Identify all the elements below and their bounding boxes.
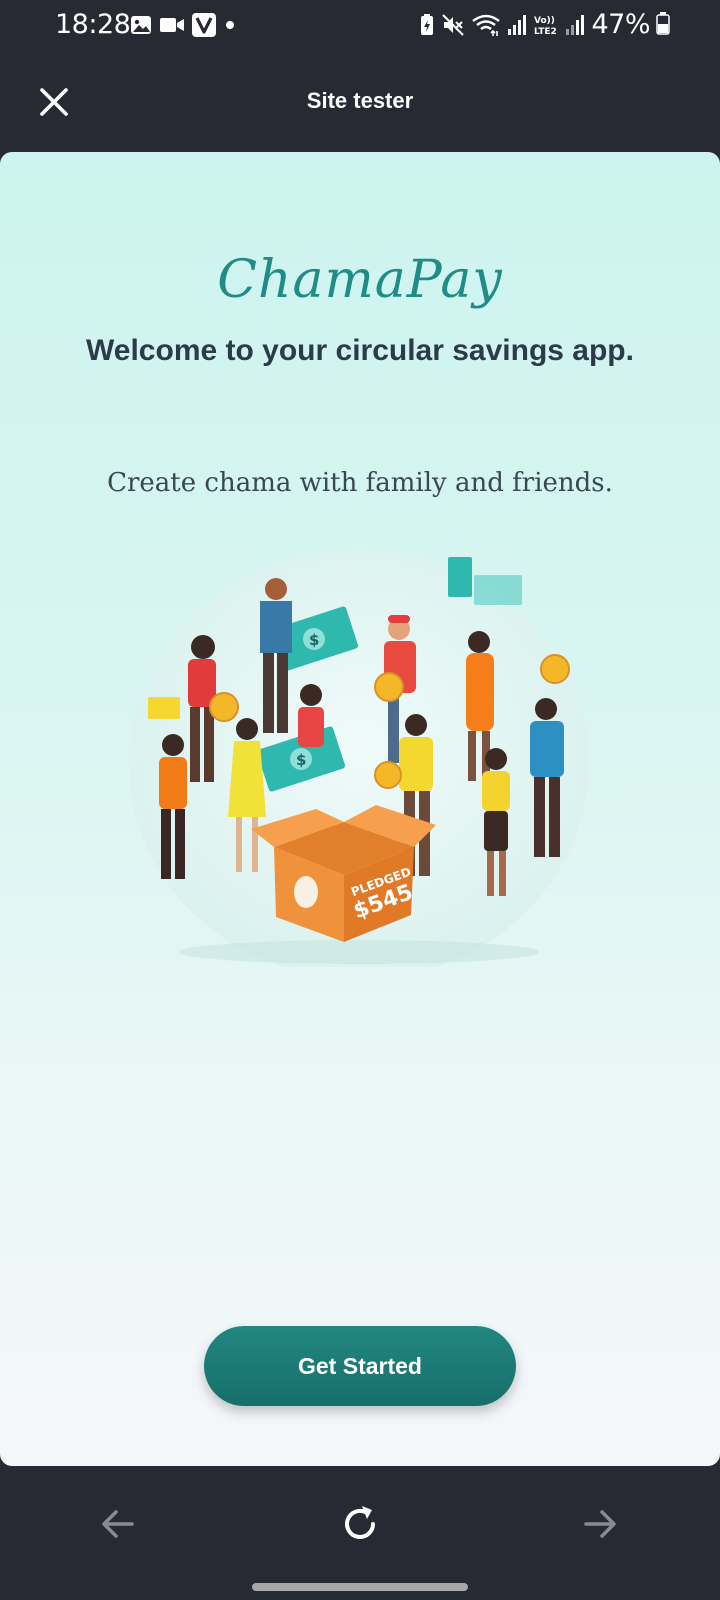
dot-icon	[226, 21, 234, 29]
signal-icon-2	[566, 14, 585, 35]
back-button[interactable]	[96, 1502, 140, 1546]
battery-percent: 47%	[591, 9, 650, 40]
arrow-left-icon	[102, 1510, 134, 1538]
app-bar-title: Site tester	[306, 88, 414, 113]
get-started-button[interactable]: Get Started	[204, 1326, 516, 1406]
brand-logo-text: ChamaPay	[217, 250, 503, 310]
svg-text:Vo)): Vo))	[534, 16, 555, 26]
status-right: Vo)) LTE2 47%	[419, 9, 670, 40]
gesture-handle[interactable]	[252, 1583, 468, 1591]
mute-icon	[442, 13, 465, 36]
reload-button[interactable]	[338, 1502, 382, 1546]
welcome-subline: Create chama with family and friends.	[107, 468, 613, 498]
svg-text:$: $	[296, 751, 306, 769]
video-icon	[160, 18, 184, 32]
status-bar: 18:28 Vo)) LTE2 47%	[0, 0, 720, 52]
welcome-headline: Welcome to your circular savings app.	[86, 334, 634, 367]
battery-icon	[656, 12, 670, 35]
illustration-art: $ $ PLEDGED $545	[128, 549, 589, 979]
volte-icon: Vo)) LTE2	[534, 16, 557, 37]
forward-button[interactable]	[578, 1502, 622, 1546]
community-savings-illustration: $ $ PLEDGED $545	[126, 547, 592, 979]
svg-text:$: $	[309, 631, 319, 649]
wifi-icon	[472, 14, 501, 36]
arrow-right-icon	[584, 1510, 616, 1538]
vpn-v-icon	[192, 13, 216, 37]
app-bar: Site tester	[0, 52, 720, 152]
webview: ChamaPay Welcome to your circular saving…	[0, 152, 720, 1466]
gallery-icon	[131, 16, 151, 34]
signal-icon-1	[508, 14, 527, 35]
notification-icons	[130, 13, 237, 37]
browser-nav-bar	[0, 1466, 720, 1576]
status-time: 18:28	[55, 9, 131, 40]
reload-icon	[345, 1506, 375, 1539]
svg-text:LTE2: LTE2	[534, 27, 557, 37]
battery-saver-icon	[421, 13, 434, 35]
